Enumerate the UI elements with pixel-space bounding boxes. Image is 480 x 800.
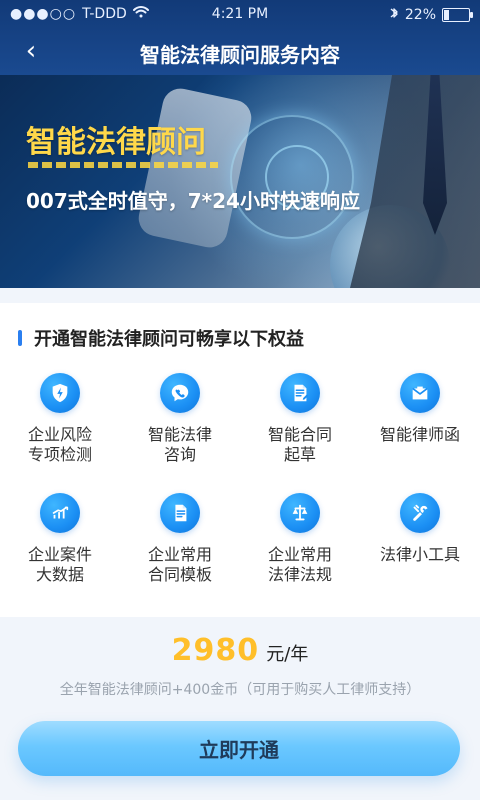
tools-wrench-icon [400, 493, 440, 533]
scales-law-icon [280, 493, 320, 533]
back-button[interactable]: ‹ [16, 36, 46, 66]
benefit-label: 企业常用 合同模板 [147, 545, 212, 584]
mail-envelope-icon [400, 373, 440, 413]
document-edit-icon [280, 373, 320, 413]
status-right: 22% [389, 6, 473, 24]
benefit-item-laws-regulations[interactable]: 企业常用 法律法规 [240, 493, 360, 613]
banner-decoration-bars [28, 162, 218, 168]
benefit-label: 智能律师函 [379, 425, 460, 444]
benefit-label: 智能合同 起草 [267, 425, 332, 464]
benefits-heading: 开通智能法律顾问可畅享以下权益 [18, 327, 304, 350]
price-unit: 元/年 [266, 644, 309, 665]
status-bar: ●●●○○ T-DDD 4:21 PM 22% [0, 0, 480, 28]
activate-button[interactable]: 立即开通 [18, 721, 460, 776]
heading-accent-bar [18, 330, 22, 346]
benefits-heading-text: 开通智能法律顾问可畅享以下权益 [34, 329, 304, 350]
page-title: 智能法律顾问服务内容 [140, 43, 340, 67]
benefit-item-legal-consult[interactable]: 智能法律 咨询 [120, 373, 240, 493]
benefit-item-contract-draft[interactable]: 智能合同 起草 [240, 373, 360, 493]
banner-subtitle: 007式全时值守，7*24小时快速响应 [26, 189, 360, 213]
price-amount: 2980 [171, 633, 260, 668]
benefits-section: 开通智能法律顾问可畅享以下权益 企业风险 专项检测 智能法律 咨询 智能合同 起… [0, 303, 480, 617]
bluetooth-icon [389, 6, 399, 24]
chart-trend-icon [40, 493, 80, 533]
contract-template-icon [160, 493, 200, 533]
benefit-label: 法律小工具 [379, 545, 460, 564]
benefit-item-lawyer-letter[interactable]: 智能律师函 [360, 373, 480, 493]
price-description: 全年智能法律顾问+400金币（可用于购买人工律师支持） [59, 682, 421, 698]
benefit-item-risk-check[interactable]: 企业风险 专项检测 [0, 373, 120, 493]
back-chevron-icon: ‹ [25, 36, 37, 66]
price-row: 2980 元/年 [0, 633, 480, 673]
benefit-label: 企业常用 法律法规 [267, 545, 332, 584]
benefit-item-contract-templates[interactable]: 企业常用 合同模板 [120, 493, 240, 613]
businessman-suit-graphic [350, 75, 480, 288]
promo-banner: 智能法律顾问 007式全时值守，7*24小时快速响应 [0, 75, 480, 288]
benefit-label: 企业风险 专项检测 [27, 425, 92, 464]
shield-lightning-icon [40, 373, 80, 413]
benefits-grid: 企业风险 专项检测 智能法律 咨询 智能合同 起草 智能律师函 企业案件 大数据… [0, 373, 480, 613]
benefit-label: 智能法律 咨询 [147, 425, 212, 464]
top-bar: ●●●○○ T-DDD 4:21 PM 22% ‹ 智能法律顾问服务内容 [0, 0, 480, 75]
benefit-item-legal-tools[interactable]: 法律小工具 [360, 493, 480, 613]
navigation-bar: ‹ 智能法律顾问服务内容 [0, 28, 480, 75]
battery-icon [442, 8, 473, 22]
banner-title: 智能法律顾问 [26, 125, 206, 160]
battery-percent: 22% [404, 7, 436, 23]
phone-chat-icon [160, 373, 200, 413]
benefit-item-case-bigdata[interactable]: 企业案件 大数据 [0, 493, 120, 613]
benefit-label: 企业案件 大数据 [27, 545, 92, 584]
